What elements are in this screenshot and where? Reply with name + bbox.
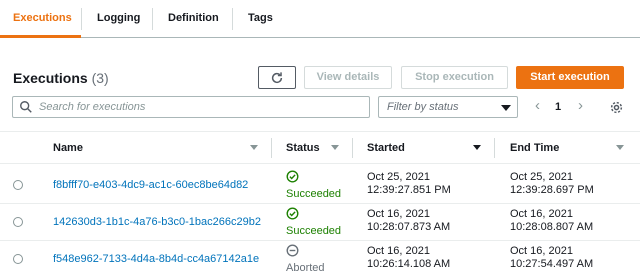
end-time-cell: Oct 16, 2021 10:28:08.807 AM (510, 208, 593, 234)
started-date: Oct 25, 2021 (367, 171, 430, 183)
end-time-cell: Oct 25, 2021 12:39:28.697 PM (510, 171, 594, 197)
column-divider (494, 138, 495, 158)
row-select-radio[interactable] (13, 217, 23, 227)
status-text: Aborted (286, 262, 325, 274)
sort-desc-icon[interactable] (473, 145, 481, 150)
caret-down-icon (501, 105, 511, 111)
column-header-end-time[interactable]: End Time (510, 142, 559, 154)
started-time: 10:28:07.873 AM (367, 221, 451, 233)
table-header: Name Status Started End Time (0, 132, 640, 164)
tab-definition[interactable]: Definition (168, 0, 219, 38)
sort-icon[interactable] (616, 145, 624, 150)
search-placeholder: Search for executions (39, 101, 146, 113)
end-time-cell: Oct 16, 2021 10:27:54.497 AM (510, 245, 593, 271)
started-cell: Oct 16, 2021 10:26:14.108 AM (367, 245, 450, 271)
column-header-status[interactable]: Status (286, 142, 320, 154)
check-circle-icon (286, 170, 299, 183)
tab-executions[interactable]: Executions (13, 0, 72, 38)
execution-name-link[interactable]: 142630d3-1b1c-4a76-b3c0-1bac266c29b2 (53, 216, 261, 228)
tab-divider (152, 8, 153, 30)
end-date: Oct 25, 2021 (510, 171, 573, 183)
column-divider (271, 138, 272, 158)
started-time: 12:39:27.851 PM (367, 184, 451, 196)
started-date: Oct 16, 2021 (367, 245, 430, 257)
started-time: 10:26:14.108 AM (367, 258, 451, 270)
column-header-name[interactable]: Name (53, 142, 83, 154)
filter-placeholder: Filter by status (387, 101, 459, 113)
column-header-started[interactable]: Started (367, 142, 405, 154)
minus-circle-icon (286, 244, 299, 257)
previous-page-icon[interactable]: ‹ (535, 98, 540, 114)
status-text: Succeeded (286, 225, 342, 237)
active-tab-indicator (0, 35, 81, 38)
search-input[interactable]: Search for executions (12, 96, 370, 118)
start-execution-button[interactable]: Start execution (516, 66, 624, 89)
page-number[interactable]: 1 (555, 101, 561, 113)
refresh-icon (271, 72, 283, 84)
tab-divider (232, 8, 233, 30)
row-select-radio[interactable] (13, 254, 23, 264)
end-date: Oct 16, 2021 (510, 208, 573, 220)
next-page-icon[interactable]: › (578, 98, 583, 114)
started-date: Oct 16, 2021 (367, 208, 430, 220)
gear-icon[interactable] (609, 100, 624, 115)
tab-bar: Executions Logging Definition Tags (0, 0, 640, 38)
sort-icon[interactable] (331, 145, 339, 150)
tab-logging[interactable]: Logging (97, 0, 140, 38)
view-details-button[interactable]: View details (304, 66, 392, 89)
status-text: Succeeded (286, 188, 342, 200)
execution-name-link[interactable]: f548e962-7133-4d4a-8b4d-cc4a67142a1e (53, 253, 259, 265)
search-icon (20, 101, 32, 113)
table-row: f8bfff70-e403-4dc9-ac1c-60ec8be64d82 Suc… (0, 167, 640, 204)
execution-name-link[interactable]: f8bfff70-e403-4dc9-ac1c-60ec8be64d82 (53, 179, 248, 191)
end-date: Oct 16, 2021 (510, 245, 573, 257)
status-filter-select[interactable]: Filter by status (378, 96, 518, 118)
table-row: 142630d3-1b1c-4a76-b3c0-1bac266c29b2 Suc… (0, 204, 640, 241)
refresh-button[interactable] (258, 66, 296, 89)
stop-execution-button[interactable]: Stop execution (401, 66, 508, 89)
column-divider (352, 138, 353, 158)
check-circle-icon (286, 207, 299, 220)
tab-tags[interactable]: Tags (248, 0, 273, 38)
end-time: 10:27:54.497 AM (510, 258, 594, 270)
started-cell: Oct 16, 2021 10:28:07.873 AM (367, 208, 450, 234)
end-time: 10:28:08.807 AM (510, 221, 594, 233)
table-row: f548e962-7133-4d4a-8b4d-cc4a67142a1e Abo… (0, 241, 640, 278)
sort-icon[interactable] (250, 145, 258, 150)
page-title-text: Executions (13, 70, 88, 86)
row-select-radio[interactable] (13, 180, 23, 190)
execution-count: (3) (91, 70, 109, 86)
started-cell: Oct 25, 2021 12:39:27.851 PM (367, 171, 451, 197)
tab-divider (81, 8, 82, 30)
page-title: Executions (3) (13, 70, 109, 86)
end-time: 12:39:28.697 PM (510, 184, 594, 196)
